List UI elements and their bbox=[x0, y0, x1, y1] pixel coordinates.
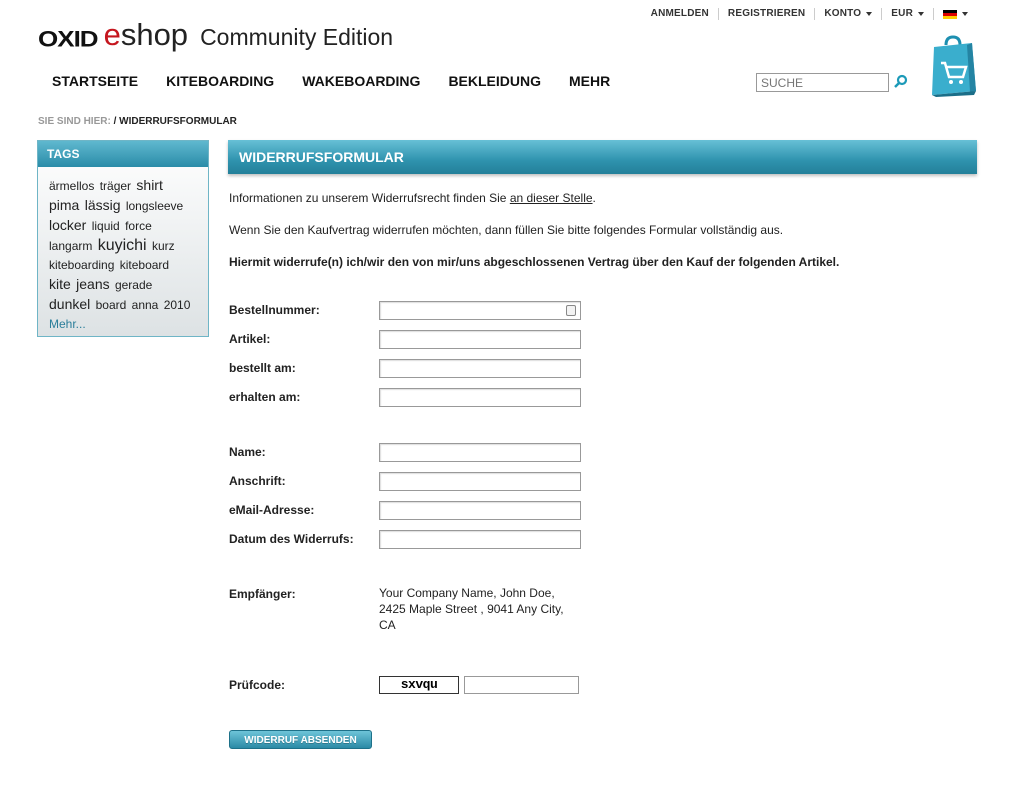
shopping-bag-icon[interactable] bbox=[930, 35, 976, 97]
tag-link[interactable]: pima bbox=[49, 197, 79, 213]
captcha-label: Prüfcode: bbox=[229, 678, 286, 692]
order-number-label: Bestellnummer: bbox=[229, 303, 320, 317]
email-field[interactable] bbox=[379, 501, 581, 520]
withdrawal-date-label: Datum des Widerrufs: bbox=[229, 532, 354, 546]
recipient-line-2: 2425 Maple Street , 9041 Any City, bbox=[379, 602, 564, 616]
currency-label: EUR bbox=[891, 8, 913, 19]
recipient-line-1: Your Company Name, John Doe, bbox=[379, 586, 555, 600]
article-field[interactable] bbox=[379, 330, 581, 349]
login-label: ANMELDEN bbox=[650, 8, 709, 19]
email-label: eMail-Adresse: bbox=[229, 503, 315, 517]
language-dropdown[interactable] bbox=[933, 8, 977, 20]
info-text: Informationen zu unserem Widerrufsrecht … bbox=[229, 191, 596, 205]
tag-link[interactable]: langarm bbox=[49, 239, 92, 253]
shop-logo[interactable]: OXID e shop Community Edition bbox=[38, 14, 393, 50]
address-field[interactable] bbox=[379, 472, 581, 491]
tag-link[interactable]: träger bbox=[100, 179, 131, 193]
tag-link[interactable]: shirt bbox=[136, 177, 162, 193]
register-label: REGISTRIEREN bbox=[727, 8, 806, 19]
tag-link[interactable]: jeans bbox=[76, 276, 109, 292]
tag-link[interactable]: anna bbox=[132, 298, 159, 312]
recipient-address: Your Company Name, John Doe, 2425 Maple … bbox=[379, 585, 579, 633]
ordered-on-field[interactable] bbox=[379, 359, 581, 378]
ordered-on-label: bestellt am: bbox=[229, 361, 296, 375]
recipient-label: Empfänger: bbox=[229, 587, 296, 601]
tag-link[interactable]: kiteboard bbox=[120, 258, 169, 272]
nav-item-kiteboarding[interactable]: KITEBOARDING bbox=[152, 73, 288, 89]
contact-card-icon bbox=[566, 305, 576, 316]
tag-link[interactable]: kite bbox=[49, 276, 71, 292]
tag-link[interactable]: lässig bbox=[85, 197, 121, 213]
tag-link[interactable]: kiteboarding bbox=[49, 258, 114, 272]
info-text-pre: Informationen zu unserem Widerrufsrecht … bbox=[229, 191, 510, 205]
tags-title: TAGS bbox=[38, 141, 208, 167]
order-number-field[interactable] bbox=[379, 301, 581, 320]
address-label: Anschrift: bbox=[229, 474, 286, 488]
article-label: Artikel: bbox=[229, 332, 271, 346]
tag-link[interactable]: gerade bbox=[115, 278, 152, 292]
chevron-down-icon bbox=[962, 12, 968, 16]
account-dropdown[interactable]: KONTO bbox=[814, 8, 881, 20]
name-field[interactable] bbox=[379, 443, 581, 462]
recipient-line-3: CA bbox=[379, 618, 396, 632]
info-text-post: . bbox=[592, 191, 596, 205]
breadcrumb: SIE SIND HIER: / WIDERRUFSFORMULAR bbox=[38, 116, 237, 127]
tag-link[interactable]: kuyichi bbox=[98, 237, 147, 254]
captcha-input[interactable] bbox=[464, 676, 579, 694]
tag-link[interactable]: kurz bbox=[152, 239, 175, 253]
statement-text: Hiermit widerrufe(n) ich/wir den von mir… bbox=[229, 255, 840, 269]
withdrawal-date-field[interactable] bbox=[379, 530, 581, 549]
tags-more-link[interactable]: Mehr... bbox=[49, 315, 198, 334]
tag-link[interactable]: ärmellos bbox=[49, 179, 94, 193]
tag-link[interactable]: 2010 bbox=[164, 298, 191, 312]
logo-edition: Community Edition bbox=[200, 24, 394, 50]
withdrawal-info-link[interactable]: an dieser Stelle bbox=[510, 191, 593, 205]
page-title: WIDERRUFSFORMULAR bbox=[228, 140, 977, 174]
login-link[interactable]: ANMELDEN bbox=[642, 8, 718, 20]
submit-withdrawal-button[interactable]: WIDERRUF ABSENDEN bbox=[229, 730, 372, 749]
nav-item-wakeboarding[interactable]: WAKEBOARDING bbox=[288, 73, 434, 89]
search-icon[interactable] bbox=[893, 74, 909, 90]
flag-de-icon bbox=[943, 9, 957, 19]
tag-link[interactable]: board bbox=[96, 298, 127, 312]
search-input[interactable] bbox=[756, 73, 889, 92]
logo-shop: shop bbox=[120, 17, 189, 52]
tags-box: TAGS ärmellos träger shirt pima lässig l… bbox=[37, 140, 209, 337]
breadcrumb-current: / WIDERRUFSFORMULAR bbox=[113, 116, 237, 127]
received-on-field[interactable] bbox=[379, 388, 581, 407]
nav-item-mehr[interactable]: MEHR bbox=[555, 73, 624, 89]
main-navigation: STARTSEITE KITEBOARDING WAKEBOARDING BEK… bbox=[38, 73, 624, 89]
tag-cloud: ärmellos träger shirt pima lässig longsl… bbox=[38, 167, 208, 334]
logo-oxid: OXID bbox=[38, 26, 99, 52]
tag-link[interactable]: force bbox=[125, 219, 152, 233]
tag-link[interactable]: locker bbox=[49, 217, 86, 233]
logo-e: e bbox=[103, 17, 121, 52]
tag-link[interactable]: dunkel bbox=[49, 296, 90, 312]
tag-link[interactable]: longsleeve bbox=[126, 199, 183, 213]
account-label: KONTO bbox=[824, 8, 862, 19]
nav-item-startseite[interactable]: STARTSEITE bbox=[38, 73, 152, 89]
name-label: Name: bbox=[229, 445, 266, 459]
received-on-label: erhalten am: bbox=[229, 390, 301, 404]
intro-text: Wenn Sie den Kaufvertrag widerrufen möch… bbox=[229, 223, 784, 237]
top-navigation: ANMELDEN REGISTRIEREN KONTO EUR bbox=[642, 8, 977, 20]
currency-dropdown[interactable]: EUR bbox=[881, 8, 933, 20]
chevron-down-icon bbox=[866, 12, 873, 16]
breadcrumb-label: SIE SIND HIER: bbox=[38, 116, 111, 127]
chevron-down-icon bbox=[918, 12, 924, 16]
nav-item-bekleidung[interactable]: BEKLEIDUNG bbox=[434, 73, 555, 89]
tag-link[interactable]: liquid bbox=[92, 219, 120, 233]
register-link[interactable]: REGISTRIEREN bbox=[717, 8, 814, 20]
captcha-image: sxvqu bbox=[379, 676, 459, 694]
